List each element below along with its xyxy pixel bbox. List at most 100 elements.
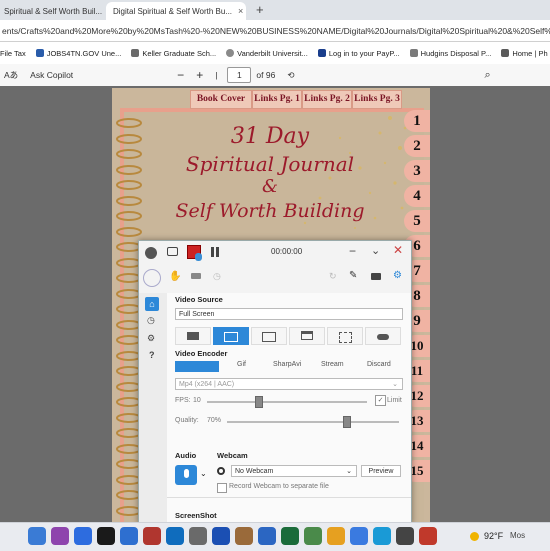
webcam-select[interactable]: No Webcam ⌄ [231, 465, 357, 477]
chevron-down-icon: ⌄ [392, 381, 398, 388]
encoder-select-value: Mp4 (x264 | AAC) [179, 381, 235, 388]
brush-icon[interactable]: ✎ [349, 270, 357, 281]
address-bar[interactable]: ents/Crafts%20and%20More%20by%20MsTash%2… [0, 20, 550, 42]
spiral-ring [114, 178, 144, 192]
taskbar-app-icon[interactable] [419, 527, 437, 545]
chevron-down-icon[interactable]: ⌄ [371, 244, 380, 257]
hand-icon[interactable]: ✋ [169, 271, 181, 282]
source-window-button[interactable] [289, 327, 325, 345]
limit-checkbox[interactable]: ✓ [375, 395, 386, 406]
taskbar-app-icon[interactable] [28, 527, 46, 545]
taskbar-app-icon[interactable] [51, 527, 69, 545]
zoom-out-button[interactable]: − [177, 68, 184, 82]
taskbar-app-icon[interactable] [350, 527, 368, 545]
home-icon[interactable]: ⌂ [145, 297, 159, 311]
number-tab-1[interactable]: 1 [404, 110, 430, 132]
close-icon[interactable]: ✕ [393, 243, 403, 257]
taskbar-app-icon[interactable] [304, 527, 322, 545]
quality-slider[interactable] [227, 421, 399, 423]
encoder-tab-ffmpeg[interactable]: FFmpeg [175, 361, 219, 372]
collapse-icon[interactable] [145, 247, 157, 259]
camera-icon[interactable] [167, 247, 178, 256]
favorite-vanderbilt[interactable]: Vanderbilt Universit... [226, 49, 308, 58]
fps-slider-thumb[interactable] [255, 396, 263, 408]
source-screen-button[interactable] [213, 327, 249, 345]
gear-icon[interactable]: ⚙ [393, 270, 402, 281]
microphone-button[interactable] [175, 465, 197, 485]
page-number-input[interactable]: 1 [227, 67, 252, 83]
pointer-tool-icon[interactable] [143, 269, 161, 287]
refresh-icon[interactable]: ↻ [329, 271, 337, 282]
taskbar-app-icon[interactable] [396, 527, 414, 545]
taskbar-app-icon[interactable] [97, 527, 115, 545]
number-tab-3[interactable]: 3 [404, 160, 430, 182]
taskbar-app-icon[interactable] [235, 527, 253, 545]
number-tab-4[interactable]: 4 [404, 185, 430, 207]
source-monitor-button[interactable] [251, 327, 287, 345]
encoder-tab-sharpavi[interactable]: SharpAvi [273, 361, 301, 368]
source-camera-button[interactable] [175, 327, 211, 345]
folder-icon[interactable] [371, 273, 381, 280]
pause-icon-left[interactable] [211, 247, 214, 257]
favorite-jobs4tn[interactable]: JOBS4TN.GOV Une... [35, 49, 121, 58]
tab-links-pg-3[interactable]: Links Pg. 3 [352, 90, 402, 109]
copilot-label: Ask Copilot [30, 70, 74, 80]
taskbar-app-icon[interactable] [166, 527, 184, 545]
quality-slider-thumb[interactable] [343, 416, 351, 428]
ask-copilot-button[interactable]: Ask Copilot [30, 70, 73, 80]
number-tab-5[interactable]: 5 [404, 210, 430, 232]
history-icon[interactable]: ◷ [147, 315, 155, 326]
new-tab-button[interactable]: + [256, 2, 264, 17]
video-encoder-label: Video Encoder [175, 349, 228, 358]
chevron-down-icon[interactable]: ⌄ [200, 469, 207, 478]
read-aloud-button[interactable]: Aあ [4, 69, 18, 81]
record-webcam-checkbox[interactable] [217, 483, 227, 493]
rotate-icon[interactable]: ⟲ [287, 70, 294, 81]
favorite-hudgins[interactable]: Hudgins Disposal P... [409, 49, 491, 58]
pause-icon-right[interactable] [216, 247, 219, 257]
encoder-tab-discard[interactable]: Discard [367, 361, 391, 368]
site-icon [501, 49, 510, 57]
tab-links-pg-1[interactable]: Links Pg. 1 [252, 90, 302, 109]
close-icon[interactable]: × [232, 6, 243, 16]
taskbar-app-icon[interactable] [327, 527, 345, 545]
spiral-ring [114, 116, 144, 130]
site-icon [409, 49, 418, 57]
preview-button[interactable]: Preview [361, 465, 401, 477]
taskbar-app-icon[interactable] [212, 527, 230, 545]
encoder-select[interactable]: Mp4 (x264 | AAC) ⌄ [175, 378, 403, 390]
zoom-in-button[interactable]: + [196, 68, 203, 82]
timer-icon[interactable]: ◷ [213, 271, 221, 282]
temperature: 92°F [484, 531, 504, 541]
taskbar-app-icon[interactable] [189, 527, 207, 545]
taskbar-app-icon[interactable] [281, 527, 299, 545]
encoder-tab-stream[interactable]: Stream [321, 361, 344, 368]
favorite-keller[interactable]: Keller Graduate Sch... [131, 49, 216, 58]
tab-book-cover[interactable]: Book Cover [190, 90, 252, 109]
source-region-button[interactable] [327, 327, 363, 345]
video-source-field[interactable]: Full Screen [175, 308, 403, 320]
browser-tab-1[interactable]: Spiritual & Self Worth Buil... × [0, 2, 102, 20]
favorite-home[interactable]: Home | Ph [501, 49, 548, 58]
keyboard-icon[interactable] [191, 273, 201, 279]
taskbar-app-icon[interactable] [143, 527, 161, 545]
weather-text: Mos [510, 531, 526, 540]
encoder-tab-gif[interactable]: Gif [237, 361, 246, 368]
site-icon [35, 49, 44, 57]
settings-icon[interactable]: ⚙ [147, 333, 155, 344]
number-tab-2[interactable]: 2 [404, 135, 430, 157]
favorite-file-tax[interactable]: File Tax [0, 49, 26, 58]
favorite-paypal[interactable]: Log in to your PayP... [317, 49, 400, 58]
taskbar-app-icon[interactable] [74, 527, 92, 545]
taskbar-app-icon[interactable] [120, 527, 138, 545]
browser-tab-2[interactable]: Digital Spiritual & Self Worth Bu... × [106, 2, 246, 20]
webcam-icon [217, 467, 225, 475]
tab-links-pg-2[interactable]: Links Pg. 2 [302, 90, 352, 109]
taskbar-app-icon[interactable] [258, 527, 276, 545]
fps-slider[interactable] [207, 401, 367, 403]
taskbar-app-icon[interactable] [373, 527, 391, 545]
source-game-button[interactable] [365, 327, 401, 345]
minimize-icon[interactable]: − [349, 244, 356, 258]
help-icon[interactable]: ? [149, 350, 155, 360]
search-icon[interactable]: ⌕ [484, 69, 490, 82]
